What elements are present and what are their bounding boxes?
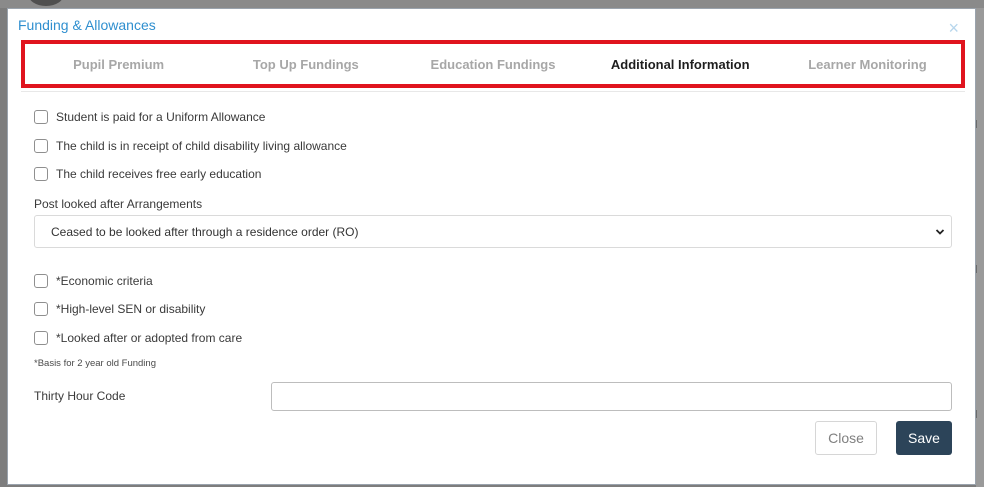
tab-top-up-fundings[interactable]: Top Up Fundings xyxy=(212,57,399,72)
funding-footnote: *Basis for 2 year old Funding xyxy=(34,358,156,369)
page-backdrop xyxy=(0,0,984,8)
funding-allowances-modal: Funding & Allowances × Pupil Premium Top… xyxy=(7,8,976,485)
uniform-allowance-label: Student is paid for a Uniform Allowance xyxy=(56,110,266,124)
high-level-sen-row: *High-level SEN or disability xyxy=(34,302,205,316)
tab-additional-information[interactable]: Additional Information xyxy=(587,57,774,72)
backdrop-edge-mark xyxy=(976,410,983,418)
free-early-education-label: The child receives free early education xyxy=(56,167,262,181)
looked-after-care-row: *Looked after or adopted from care xyxy=(34,331,242,345)
high-level-sen-checkbox[interactable] xyxy=(34,302,48,316)
thirty-hour-code-input[interactable] xyxy=(271,382,952,411)
free-early-education-checkbox[interactable] xyxy=(34,167,48,181)
chevron-down-icon xyxy=(935,229,945,235)
economic-criteria-label: *Economic criteria xyxy=(56,274,153,288)
tab-pupil-premium[interactable]: Pupil Premium xyxy=(25,57,212,72)
uniform-allowance-row: Student is paid for a Uniform Allowance xyxy=(34,110,265,124)
economic-criteria-checkbox[interactable] xyxy=(34,274,48,288)
backdrop-edge-mark xyxy=(976,120,983,128)
post-looked-after-selected-value: Ceased to be looked after through a resi… xyxy=(51,224,359,239)
post-looked-after-label: Post looked after Arrangements xyxy=(34,197,203,211)
free-early-education-row: The child receives free early education xyxy=(34,167,261,181)
disability-living-allowance-label: The child is in receipt of child disabil… xyxy=(56,139,347,153)
modal-title: Funding & Allowances xyxy=(18,17,156,33)
disability-living-allowance-row: The child is in receipt of child disabil… xyxy=(34,139,347,153)
economic-criteria-row: *Economic criteria xyxy=(34,274,153,288)
tab-bar: Pupil Premium Top Up Fundings Education … xyxy=(21,40,965,88)
save-button[interactable]: Save xyxy=(896,421,952,455)
backdrop-edge-mark xyxy=(976,265,983,273)
tabs-divider xyxy=(21,91,965,92)
looked-after-care-checkbox[interactable] xyxy=(34,331,48,345)
tab-education-fundings[interactable]: Education Fundings xyxy=(399,57,586,72)
thirty-hour-code-label: Thirty Hour Code xyxy=(34,389,126,403)
high-level-sen-label: *High-level SEN or disability xyxy=(56,302,206,316)
close-icon[interactable]: × xyxy=(948,19,959,37)
looked-after-care-label: *Looked after or adopted from care xyxy=(56,331,243,345)
tab-learner-monitoring[interactable]: Learner Monitoring xyxy=(774,57,961,72)
uniform-allowance-checkbox[interactable] xyxy=(34,110,48,124)
disability-living-allowance-checkbox[interactable] xyxy=(34,139,48,153)
post-looked-after-select[interactable]: Ceased to be looked after through a resi… xyxy=(34,215,952,248)
close-button[interactable]: Close xyxy=(815,421,877,455)
